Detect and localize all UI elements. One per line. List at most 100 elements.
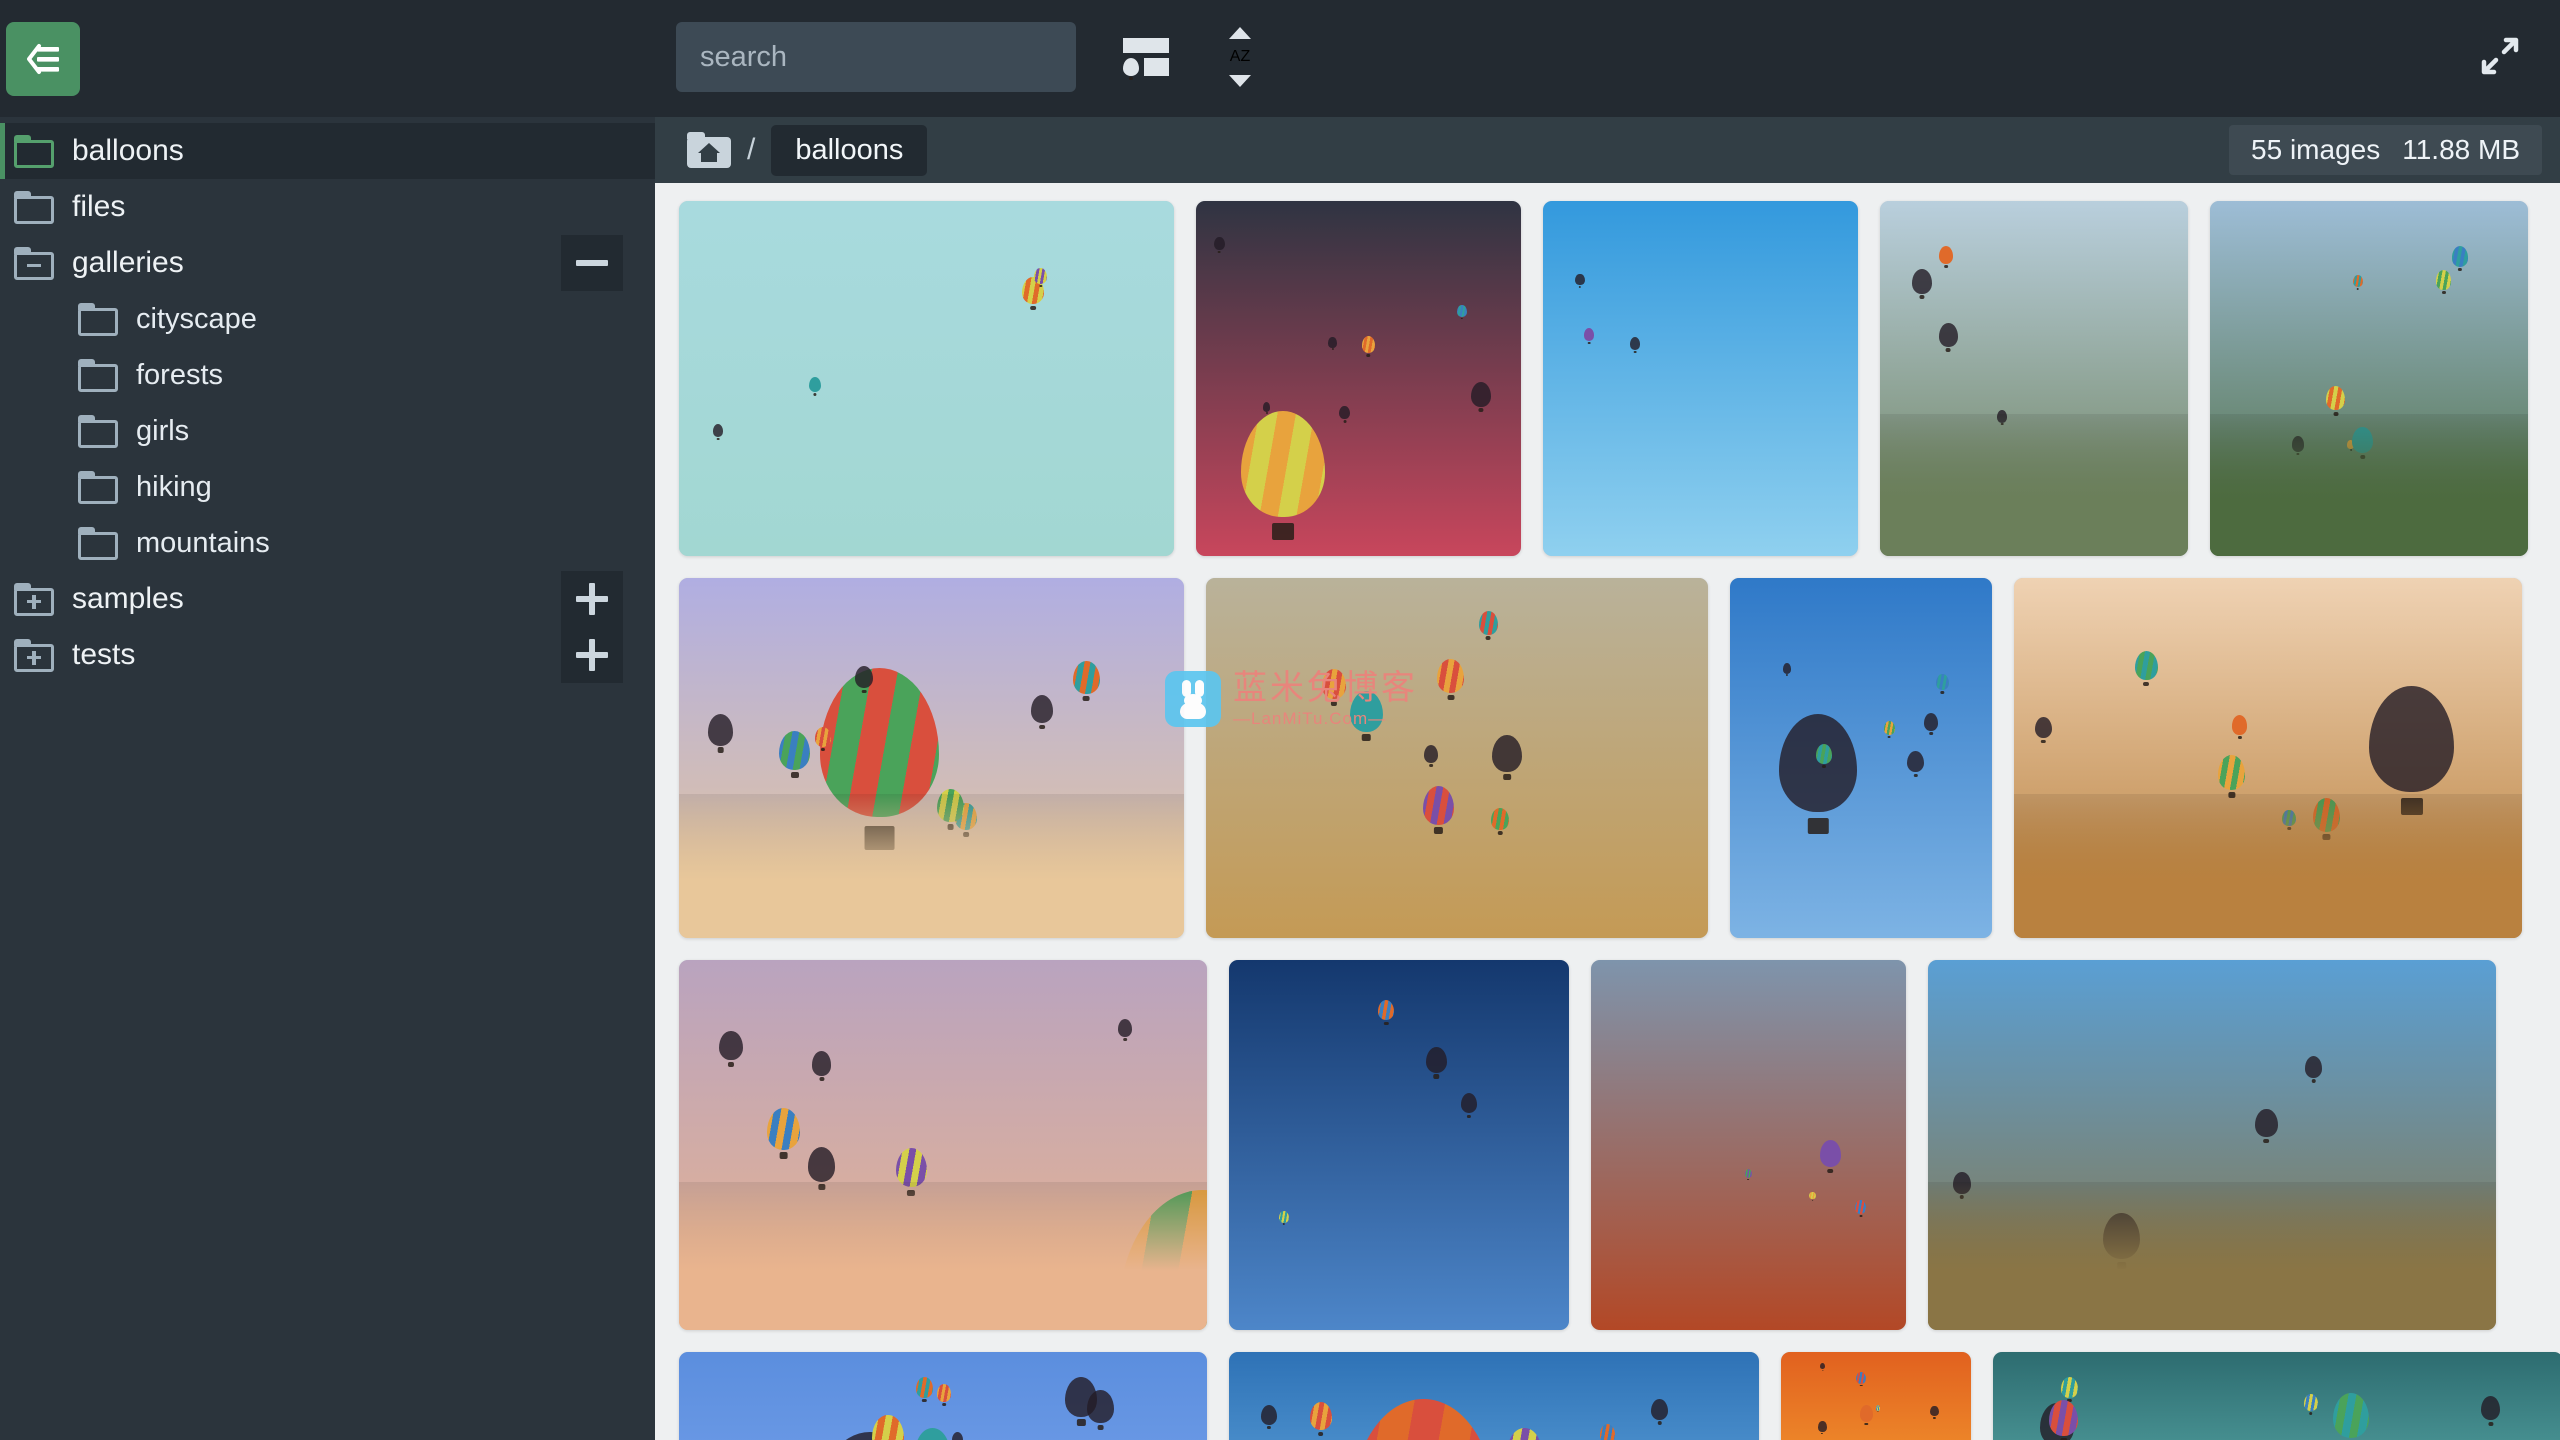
thumbnail-image [1928,960,2496,1330]
thumbnail-image [1993,1352,2560,1440]
balloon-shape [1507,1428,1542,1440]
thumbnail-red-yellow-striped-balloon[interactable] [1229,1352,1759,1440]
total-size-label: 11.88 MB [2402,134,2520,165]
collapse-sidebar-button[interactable] [6,21,80,96]
thumbnail-image [1229,1352,1759,1440]
thumbnail-balloons-over-rock-spires-dawn[interactable] [679,578,1184,938]
sidebar-item-cityscape[interactable]: cityscape [0,291,655,347]
layout-toggle-button[interactable] [1108,22,1184,92]
balloon-shape [915,1428,950,1440]
balloon-shape [1782,663,1792,674]
thumbnail-row [655,201,2560,556]
thumbnail-image [1781,1352,1971,1440]
thumbnail-image [679,201,1174,556]
balloon-shape [1491,808,1509,830]
balloon-shape [1820,1363,1826,1370]
gallery-app: AZ balloons files galleries cityscape forest… [0,0,2560,1440]
thumbnail-three-patchwork-balloons-teal-sky[interactable] [679,201,1174,556]
sidebar-item-forests[interactable]: forests [0,347,655,403]
collection-stats: 55 images 11.88 MB [2229,125,2542,175]
sidebar-item-label: balloons [72,134,184,167]
balloon-shape [1935,673,1949,691]
balloon-shape [2451,246,2468,267]
thumbnail-black-balloon-dusk-silhouettes[interactable] [679,960,1207,1330]
balloon-shape [1240,411,1326,517]
sidebar-item-tests[interactable]: tests [0,627,655,683]
thumbnail-cappadocia-valley-panorama[interactable] [2014,578,2522,938]
breadcrumb-current-folder[interactable]: balloons [771,124,928,176]
thumbnail-grid[interactable] [655,183,2560,1440]
thumbnail-balloons-over-green-valley[interactable] [2210,201,2528,556]
balloon-shape [1328,337,1337,348]
balloon-shape [1816,743,1833,764]
balloon-shape [1856,1371,1866,1384]
balloon-shape [1924,713,1939,731]
sidebar-item-galleries[interactable]: galleries [0,235,655,291]
thumbnail-yellow-balloon-clear-blue-sky[interactable] [679,1352,1207,1440]
sidebar-item-samples[interactable]: samples [0,571,655,627]
collapse-node-button[interactable] [561,235,623,291]
balloon-shape [719,1031,743,1061]
fullscreen-expand-icon [2481,37,2519,75]
balloon-shape [2369,685,2455,792]
thumbnail-balloons-over-city-aerial[interactable] [1880,201,2188,556]
app-body: balloons files galleries cityscape forests gi… [0,117,2560,1440]
thumbnail-orange-balloon-closeup[interactable] [1781,1352,1971,1440]
thumbnail-lone-balloon-pink-sunset-stars[interactable] [1196,201,1521,556]
sidebar-item-hiking[interactable]: hiking [0,459,655,515]
thumbnail-black-balloon-golden-sunrise[interactable] [1206,578,1708,938]
balloon-shape [2231,715,2248,735]
balloon-shape [2061,1376,2078,1398]
balloon-shape [808,376,822,393]
search-field-wrapper [676,22,1076,92]
thumbnail-image [1543,201,1858,556]
sidebar-item-label: tests [72,638,136,671]
balloon-shape [1854,1199,1867,1214]
balloon-shape [1876,1405,1881,1411]
sidebar-item-label: cityscape [136,302,257,335]
sidebar-item-girls[interactable]: girls [0,403,655,459]
folder-minus-icon [14,246,54,280]
balloon-shape [2134,650,2158,680]
thumbnail-many-balloons-over-cappadocia[interactable] [1928,960,2496,1330]
sidebar-item-mountains[interactable]: mountains [0,515,655,571]
balloon-shape [1322,669,1346,700]
thumbnail-yellow-red-balloon-blue-sky[interactable] [1543,201,1858,556]
back-arrow-menu-icon [27,43,59,74]
thumbnail-image [1591,960,1906,1330]
search-input[interactable] [676,22,1076,92]
sidebar-item-files[interactable]: files [0,179,655,235]
sidebar-item-label: mountains [136,526,270,559]
sidebar-item-balloons[interactable]: balloons [0,123,655,179]
folder-tree-sidebar[interactable]: balloons files galleries cityscape forests gi… [0,117,655,1440]
balloon-shape [1377,999,1395,1021]
expand-node-button[interactable] [561,571,623,627]
sidebar-item-label: hiking [136,470,212,503]
image-count-label: 55 images [2251,134,2381,165]
folder-icon [78,414,118,448]
balloon-shape [1437,659,1465,693]
balloon-shape [1073,661,1100,695]
expand-node-button[interactable] [561,627,623,683]
balloon-shape [1911,269,1932,294]
fullscreen-button[interactable] [2468,24,2532,88]
thumbnail-pastel-balloons-teal-sky[interactable] [1993,1352,2560,1440]
balloon-shape [1470,382,1491,407]
balloon-shape [1361,336,1376,354]
thumbnail-row [655,960,2560,1330]
balloon-shape [1478,611,1498,636]
breadcrumb-home-button[interactable] [687,132,731,168]
folder-icon [78,358,118,392]
balloon-shape [1279,1210,1289,1223]
balloon-shape [1629,336,1641,350]
balloon-shape [1939,323,1958,347]
balloon-shape [1818,1421,1827,1432]
thumbnail-balloons-in-blue-sky-clouds[interactable] [1730,578,1992,938]
balloon-shape [1309,1402,1332,1430]
thumbnail-striped-balloon-deep-blue-sky[interactable] [1229,960,1569,1330]
balloon-shape [951,1432,963,1440]
balloon-shape [1117,1019,1132,1037]
thumbnail-amberton-red-balloon[interactable] [1591,960,1906,1330]
sort-button[interactable]: AZ [1202,22,1278,92]
balloon-shape [2049,1400,2078,1436]
